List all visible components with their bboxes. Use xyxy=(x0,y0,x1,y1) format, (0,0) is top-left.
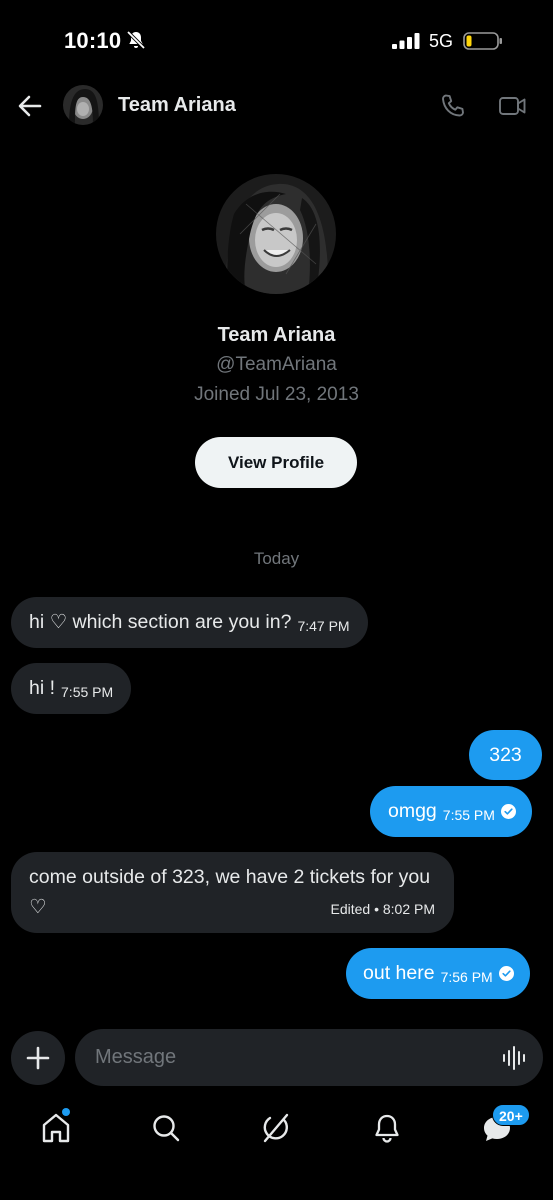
profile-avatar[interactable] xyxy=(216,174,336,294)
message-time: 7:56 PM xyxy=(440,969,493,985)
home-icon xyxy=(42,1113,70,1143)
message-bubble-incoming[interactable]: come outside of 323, we have 2 tickets f… xyxy=(11,852,454,933)
profile-name: Team Ariana xyxy=(217,324,336,346)
message-bubble-outgoing[interactable]: omgg 7:55 PM xyxy=(370,786,532,837)
message-time: 7:47 PM xyxy=(297,618,350,634)
signal-icon xyxy=(392,33,420,49)
message-text: omgg xyxy=(388,800,437,822)
message-text: 323 xyxy=(489,744,522,766)
back-arrow-icon[interactable] xyxy=(16,92,44,120)
battery-icon xyxy=(463,32,502,50)
nav-grok[interactable] xyxy=(256,1108,296,1148)
header-avatar[interactable] xyxy=(63,85,103,125)
nav-home[interactable] xyxy=(36,1108,76,1148)
view-profile-button[interactable]: View Profile xyxy=(195,437,357,488)
conversation-header: Team Ariana xyxy=(0,80,553,132)
message-time: 7:55 PM xyxy=(442,807,495,823)
message-bubble-incoming[interactable]: hi ! 7:55 PM xyxy=(11,663,132,714)
message-bubble-outgoing[interactable]: out here 7:56 PM xyxy=(346,948,530,999)
message-text: hi ! xyxy=(29,677,56,699)
profile-joined-date: Joined Jul 23, 2013 xyxy=(194,384,359,405)
phone-icon[interactable] xyxy=(440,93,466,119)
read-check-icon xyxy=(500,804,516,819)
message-bubble-incoming[interactable]: hi ♡ which section are you in? 7:47 PM xyxy=(11,597,368,648)
day-separator: Today xyxy=(253,549,300,568)
read-check-icon xyxy=(498,966,514,981)
video-camera-icon[interactable] xyxy=(498,93,527,119)
message-composer xyxy=(75,1029,543,1086)
search-icon xyxy=(153,1115,180,1142)
grok-icon xyxy=(263,1113,289,1143)
message-text: hi ♡ which section are you in? xyxy=(29,611,292,633)
plus-icon xyxy=(26,1046,50,1070)
messages-badge: 20+ xyxy=(492,1104,530,1126)
bell-off-icon xyxy=(126,30,146,50)
status-time: 10:10 xyxy=(64,28,122,53)
network-type: 5G xyxy=(429,31,454,51)
message-bubble-outgoing[interactable]: 323 xyxy=(469,730,542,780)
profile-handle: @TeamAriana xyxy=(216,354,337,375)
nav-search[interactable] xyxy=(146,1108,186,1148)
message-time: 7:55 PM xyxy=(61,684,114,700)
status-bar: 10:10 5G xyxy=(0,0,553,80)
message-time: Edited • 8:02 PM xyxy=(330,901,435,917)
voice-waveform-icon[interactable] xyxy=(501,1045,527,1071)
conversation-title[interactable]: Team Ariana xyxy=(118,94,236,117)
add-attachment-button[interactable] xyxy=(11,1031,65,1085)
nav-notifications[interactable] xyxy=(367,1108,407,1148)
profile-photo xyxy=(216,174,336,294)
notifications-icon xyxy=(375,1114,399,1143)
unread-dot xyxy=(62,1108,70,1116)
avatar-photo xyxy=(63,85,103,125)
message-text: out here xyxy=(363,962,435,984)
message-input[interactable] xyxy=(95,1029,485,1086)
